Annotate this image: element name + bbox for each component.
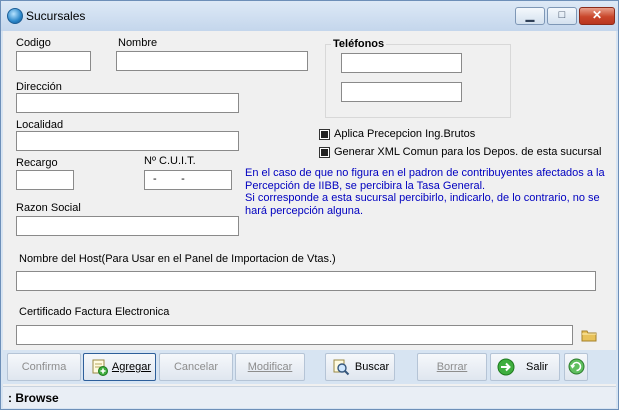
- minimize-button[interactable]: ▁: [515, 7, 545, 25]
- recargo-field[interactable]: [16, 170, 74, 190]
- folder-icon[interactable]: [581, 328, 597, 342]
- window-title: Sucursales: [26, 9, 86, 23]
- telefono-2-field[interactable]: [341, 82, 462, 102]
- add-document-icon: [92, 359, 108, 376]
- refresh-button[interactable]: [564, 353, 588, 381]
- minimize-icon: ▁: [525, 10, 535, 22]
- cancelar-label: Cancelar: [173, 361, 219, 373]
- buscar-label: Buscar: [354, 361, 390, 373]
- recargo-label: Recargo: [16, 157, 58, 169]
- confirma-label: Confirma: [21, 361, 67, 373]
- status-bar: : Browse: [3, 386, 616, 408]
- salir-label: Salir: [525, 361, 548, 373]
- host-field[interactable]: [16, 271, 596, 291]
- exit-arrow-icon: [497, 358, 515, 376]
- info-line: Percepción de IIBB, se percibira la Tasa…: [245, 179, 486, 192]
- modificar-label: Modificar: [247, 361, 293, 373]
- action-toolbar: Confirma Agregar Cancelar Modificar Busc…: [3, 350, 616, 384]
- info-line: En el caso de que no figura en el padron…: [245, 167, 605, 179]
- confirma-button[interactable]: Confirma: [7, 353, 81, 381]
- nombre-field[interactable]: [116, 51, 308, 71]
- agregar-label: Agregar: [111, 361, 152, 373]
- razon-social-field[interactable]: [16, 216, 239, 236]
- aplica-percepcion-label: Aplica Precepcion Ing.Brutos: [334, 128, 476, 140]
- app-icon: [7, 8, 23, 24]
- nombre-label: Nombre: [118, 37, 158, 49]
- maximize-button[interactable]: □: [547, 7, 577, 25]
- certificado-field[interactable]: [16, 325, 573, 345]
- search-icon: [333, 359, 350, 376]
- generar-xml-checkbox[interactable]: [319, 147, 330, 158]
- direccion-field[interactable]: [16, 93, 239, 113]
- generar-xml-label: Generar XML Comun para los Depos. de est…: [334, 146, 602, 158]
- localidad-label: Localidad: [16, 119, 64, 131]
- borrar-button[interactable]: Borrar: [417, 353, 487, 381]
- localidad-field[interactable]: [16, 131, 239, 151]
- info-line: Si corresponde a esta sucursal percibirl…: [245, 192, 600, 204]
- buscar-button[interactable]: Buscar: [325, 353, 395, 381]
- close-button[interactable]: ✕: [579, 7, 615, 25]
- cuit-field[interactable]: - -: [144, 170, 232, 190]
- cuit-label: Nº C.U.I.T.: [144, 155, 196, 167]
- codigo-field[interactable]: [16, 51, 91, 71]
- borrar-label: Borrar: [436, 361, 468, 373]
- cancelar-button[interactable]: Cancelar: [159, 353, 233, 381]
- agregar-button[interactable]: Agregar: [83, 353, 156, 381]
- info-line: hará percepción alguna.: [245, 204, 364, 217]
- close-icon: ✕: [591, 8, 603, 22]
- modificar-button[interactable]: Modificar: [235, 353, 305, 381]
- window: Sucursales ▁ □ ✕ Codigo Nombre Dirección…: [0, 0, 619, 410]
- salir-button[interactable]: Salir: [490, 353, 560, 381]
- direccion-label: Dirección: [16, 81, 62, 93]
- codigo-label: Codigo: [16, 37, 51, 49]
- form-area: Codigo Nombre Dirección Localidad Recarg…: [3, 31, 616, 408]
- title-bar[interactable]: Sucursales ▁ □ ✕: [1, 1, 618, 31]
- host-label: Nombre del Host(Para Usar en el Panel de…: [19, 253, 336, 265]
- certificado-label: Certificado Factura Electronica: [19, 306, 170, 318]
- telefonos-title: Teléfonos: [331, 38, 387, 50]
- razon-social-label: Razon Social: [16, 202, 81, 214]
- aplica-percepcion-checkbox[interactable]: [319, 129, 330, 140]
- refresh-icon: [568, 358, 585, 375]
- maximize-icon: □: [558, 9, 566, 21]
- telefono-1-field[interactable]: [341, 53, 462, 73]
- percepcion-info-text: En el caso de que no figura en el padron…: [245, 167, 605, 217]
- status-text: : Browse: [8, 391, 59, 405]
